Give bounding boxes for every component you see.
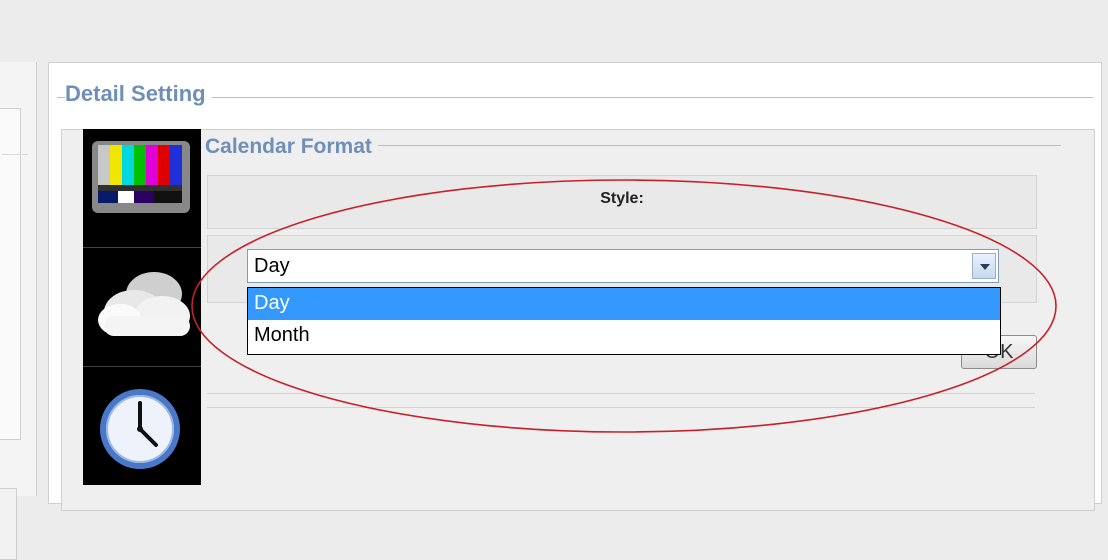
detail-setting-rule — [57, 97, 1093, 98]
style-dropdown-list: Day Month — [247, 287, 1001, 355]
row-divider — [207, 407, 1035, 408]
chevron-down-icon — [980, 264, 990, 270]
icon-strip — [83, 129, 201, 485]
detail-setting-panel: Detail Setting Calendar Format Style: Da… — [48, 62, 1102, 511]
style-select-value: Day — [254, 255, 290, 277]
left-pane-box — [0, 108, 21, 440]
tv-color-bars-icon[interactable] — [83, 129, 201, 248]
style-select[interactable]: Day — [247, 249, 999, 283]
dropdown-option-month[interactable]: Month — [248, 320, 1000, 352]
dropdown-button[interactable] — [972, 253, 996, 279]
style-label: Style: — [600, 190, 644, 207]
left-pane — [0, 62, 37, 560]
left-pane-box-lower — [0, 488, 17, 560]
detail-setting-title: Detail Setting — [65, 81, 212, 107]
left-pane-divider — [2, 154, 28, 155]
weather-clouds-icon[interactable] — [83, 248, 201, 367]
row-divider — [207, 393, 1035, 394]
style-row: Style: — [207, 175, 1037, 229]
clock-icon[interactable] — [83, 367, 201, 485]
calendar-format-title: Calendar Format — [205, 135, 378, 159]
dropdown-option-day[interactable]: Day — [248, 288, 1000, 320]
